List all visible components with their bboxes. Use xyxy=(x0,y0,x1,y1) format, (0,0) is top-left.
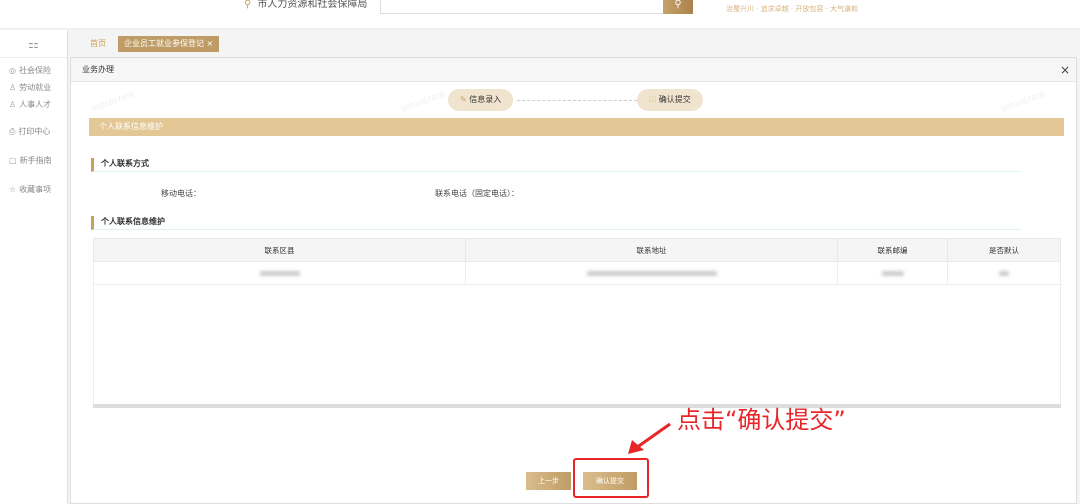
org-name: ⚲ 市人力资源和社会保障局 xyxy=(244,0,367,10)
column-header: 联系邮编 xyxy=(837,238,948,262)
users-icon: ♙ xyxy=(9,100,17,109)
cell-district xyxy=(93,261,466,285)
table-row[interactable] xyxy=(93,261,1061,285)
apps-icon[interactable]: ⚏ xyxy=(0,30,67,58)
table-header-row: 联系区县 联系地址 联系邮编 是否默认 xyxy=(93,238,1061,262)
close-icon[interactable]: × xyxy=(1060,58,1070,82)
printer-icon: ⎙ xyxy=(9,127,16,136)
cell-default xyxy=(947,261,1061,285)
sidebar-item-label: 打印中心 xyxy=(18,127,51,136)
mobile-phone-label: 移动电话： xyxy=(161,189,201,198)
step-label: 信息录入 xyxy=(469,95,502,104)
step-connector xyxy=(517,100,637,101)
sidebar-item-favorites[interactable]: ☆ 收藏事项 xyxy=(0,181,67,198)
watermark: 0001057878 xyxy=(1000,90,1046,114)
close-icon[interactable]: × xyxy=(207,39,214,48)
top-header: ⚲ 市人力资源和社会保障局 ⚲ 治蜀兴川 · 追求卓越 · 开放包容 · 大气谦和 xyxy=(0,0,1080,29)
slogan: 治蜀兴川 · 追求卓越 · 开放包容 · 大气谦和 xyxy=(726,5,859,13)
globe-icon: ◎ xyxy=(9,66,16,75)
panel-title: 业务办理 xyxy=(71,58,1076,82)
user-icon: ♙ xyxy=(9,83,17,92)
annotation-arrow-icon xyxy=(628,422,671,454)
watermark: 0001057878 xyxy=(400,90,446,114)
previous-step-button[interactable]: 上一步 xyxy=(526,472,571,490)
table-body-area xyxy=(93,284,1061,406)
check-icon: ☑ xyxy=(649,95,659,104)
sidebar-item-print[interactable]: ⎙ 打印中心 xyxy=(0,123,67,140)
location-pin-icon: ⚲ xyxy=(244,0,252,10)
sidebar-item-label: 社会保险 xyxy=(18,66,51,75)
cell-postcode xyxy=(837,261,948,285)
edit-icon: ✎ xyxy=(460,95,470,104)
guide-icon: ▢ xyxy=(9,156,17,165)
column-header: 联系区县 xyxy=(93,238,466,262)
sidebar-item-label: 劳动就业 xyxy=(19,83,52,92)
highlight-box xyxy=(573,458,649,498)
org-name-text: 市人力资源和社会保障局 xyxy=(257,0,368,10)
step-label: 确认提交 xyxy=(658,95,691,104)
sidebar-item-talent[interactable]: ♙ 人事人才 xyxy=(0,96,67,113)
sidebar-item-label: 收藏事项 xyxy=(19,185,52,194)
tab-label: 企业员工就业参保登记 xyxy=(124,39,204,48)
tab-active[interactable]: 企业员工就业参保登记 × xyxy=(118,36,220,52)
section-banner: 个人联系信息维护 xyxy=(89,118,1064,136)
landline-label: 联系电话（固定电话）： xyxy=(435,189,519,198)
sidebar-item-employment[interactable]: ♙ 劳动就业 xyxy=(0,79,67,96)
star-icon: ☆ xyxy=(9,185,17,194)
business-panel: 业务办理 × 0001057878 0001057878 0001057878 … xyxy=(70,57,1077,504)
search-input[interactable] xyxy=(380,0,664,14)
column-header: 联系地址 xyxy=(465,238,838,262)
step-info-entry: ✎ 信息录入 xyxy=(448,89,514,111)
search-button[interactable]: ⚲ xyxy=(663,0,693,14)
column-header: 是否默认 xyxy=(947,238,1061,262)
sidebar: ⚏ ◎ 社会保险 ♙ 劳动就业 ♙ 人事人才 ⎙ 打印中心 ▢ 新手指南 ☆ 收藏事项 xyxy=(0,30,68,504)
step-confirm-submit: ☑ 确认提交 xyxy=(637,89,703,111)
horizontal-scrollbar[interactable] xyxy=(93,404,1061,408)
sidebar-item-label: 人事人才 xyxy=(19,100,52,109)
contact-table: 联系区县 联系地址 联系邮编 是否默认 xyxy=(93,238,1061,285)
sidebar-item-social-insurance[interactable]: ◎ 社会保险 xyxy=(0,62,67,79)
sidebar-item-label: 新手指南 xyxy=(19,156,52,165)
tab-home[interactable]: 首页 xyxy=(90,38,106,49)
sidebar-item-guide[interactable]: ▢ 新手指南 xyxy=(0,152,67,169)
section-title: 个人联系信息维护 xyxy=(91,216,1021,230)
section-title: 个人联系方式 xyxy=(91,158,1021,172)
annotation-text: 点击“确认提交” xyxy=(677,406,846,434)
cell-address xyxy=(465,261,838,285)
search-icon: ⚲ xyxy=(674,0,682,10)
watermark: 0001057878 xyxy=(90,90,136,114)
